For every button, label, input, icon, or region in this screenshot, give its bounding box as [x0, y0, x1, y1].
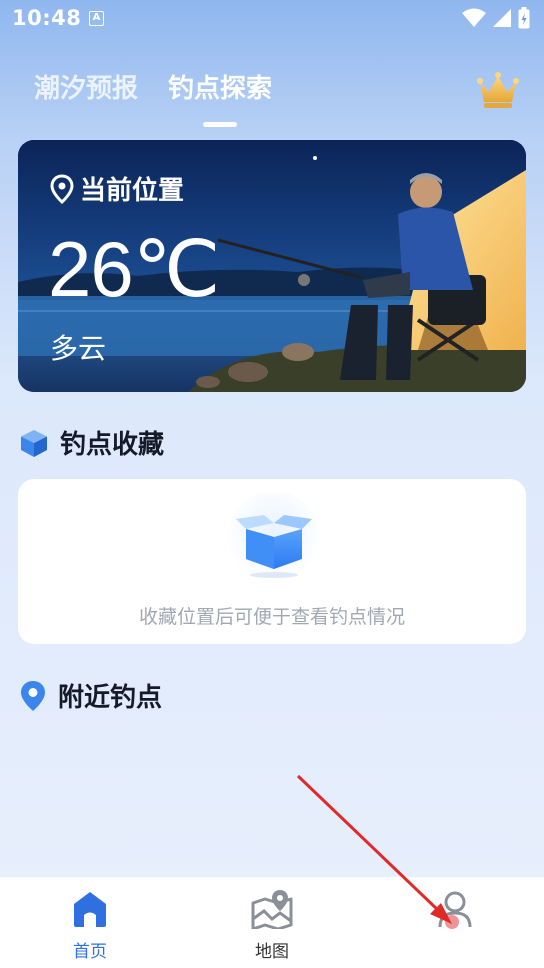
temperature: 26℃ [48, 225, 220, 313]
tab-fishing-spots[interactable]: 钓点探索 [168, 68, 273, 127]
wifi-icon [462, 8, 486, 27]
status-time: 10:48 [12, 6, 82, 30]
user-icon [438, 891, 472, 928]
nearby-header: 附近钓点 [18, 677, 162, 714]
location-label: 当前位置 [80, 176, 185, 206]
tab-label: 潮汐预报 [34, 74, 139, 104]
status-bar: 10:48 A [0, 0, 544, 36]
nav-item-profile[interactable] [405, 889, 505, 933]
nav-item-map[interactable]: 地图 [222, 889, 322, 962]
favorites-card: 收藏位置后可便于查看钓点情况 [18, 479, 526, 644]
home-icon [74, 892, 106, 927]
location-pin-icon [50, 173, 74, 204]
weather-card[interactable]: 当前位置 26℃ 多云 [18, 140, 526, 392]
map-icon [251, 890, 293, 931]
notification-icon: A [89, 11, 104, 26]
crown-icon[interactable] [476, 70, 520, 110]
cube-icon [21, 429, 47, 457]
nav-label: 地图 [255, 942, 289, 962]
favorites-title: 钓点收藏 [60, 430, 165, 460]
location-pin-icon [21, 680, 45, 711]
tab-active-indicator [203, 122, 238, 127]
location-row: 当前位置 [50, 170, 184, 207]
tab-tide-forecast[interactable]: 潮汐预报 [34, 68, 138, 105]
empty-box-icon [228, 493, 320, 583]
top-tabs: 潮汐预报 钓点探索 [34, 68, 273, 127]
tab-label: 钓点探索 [168, 74, 273, 104]
status-icons [462, 7, 530, 29]
weather-condition: 多云 [50, 332, 107, 365]
signal-icon [493, 9, 511, 27]
favorites-header: 钓点收藏 [18, 424, 164, 461]
nearby-title: 附近钓点 [58, 683, 163, 713]
nav-label: 首页 [73, 942, 107, 962]
bottom-nav: 首页 地图 [0, 877, 544, 968]
favorites-empty-message: 收藏位置后可便于查看钓点情况 [138, 606, 405, 628]
nav-item-home[interactable]: 首页 [40, 889, 140, 962]
battery-icon [518, 7, 530, 29]
